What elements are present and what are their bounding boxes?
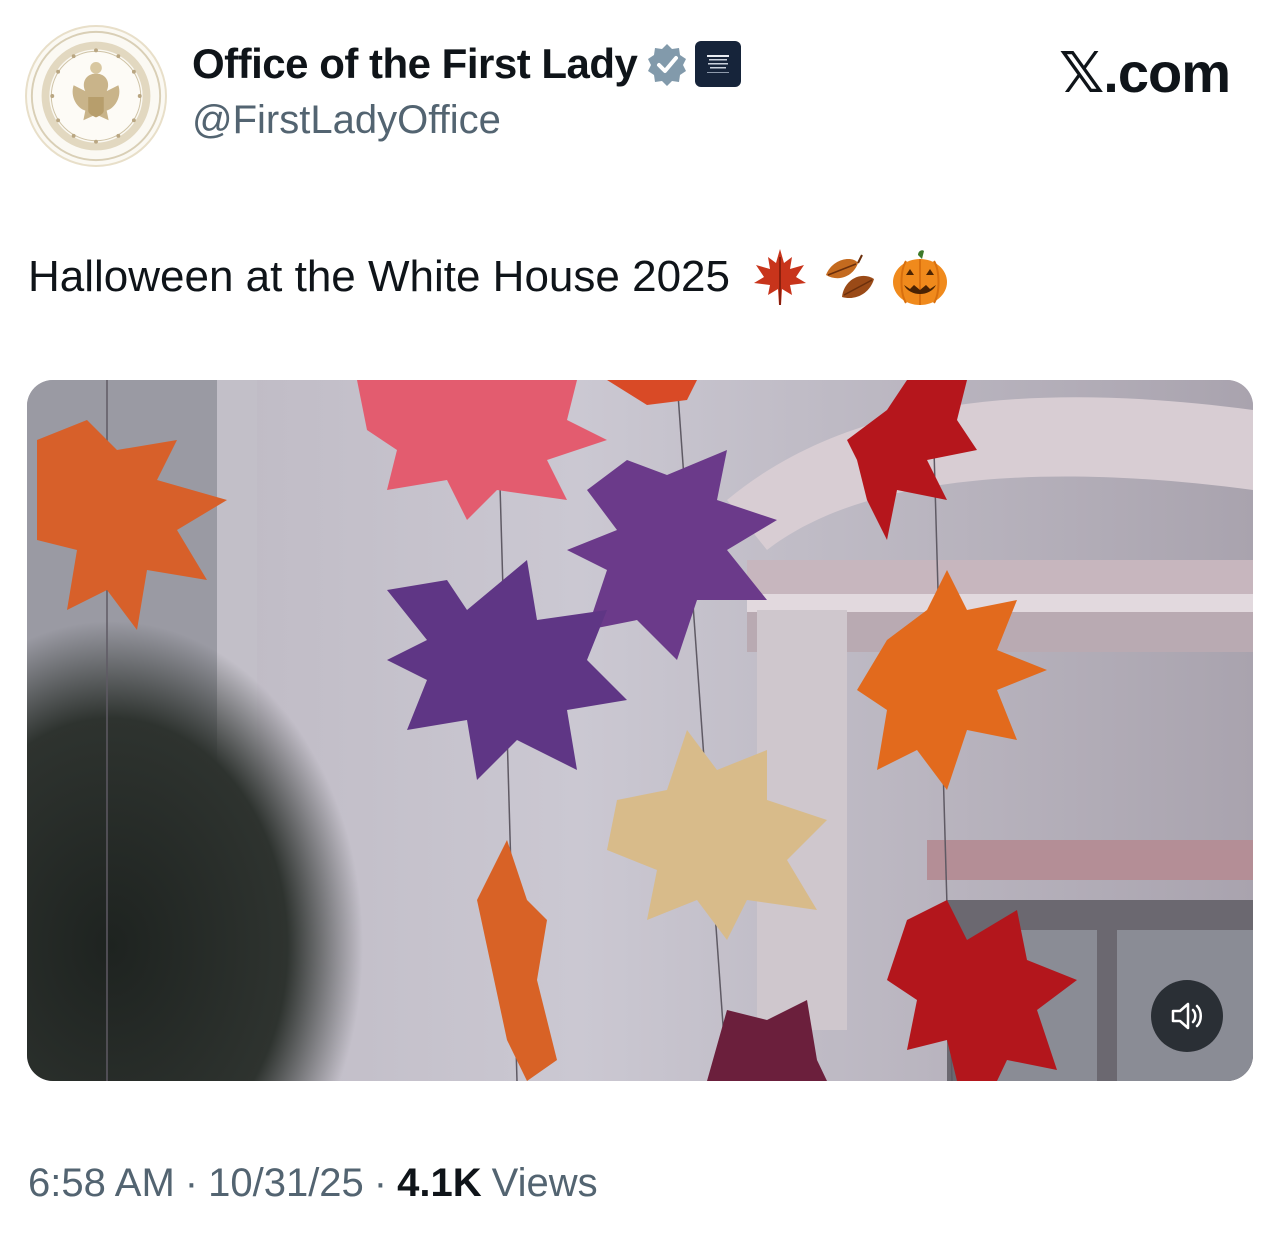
- white-house-badge-icon[interactable]: [695, 41, 742, 87]
- author-display-name[interactable]: Office of the First Lady: [192, 40, 638, 88]
- fallen-leaf-emoji-icon: [825, 254, 874, 299]
- verified-badge-icon: [648, 44, 687, 86]
- tweet-header: Office of the First Lady @FirstLadyOffic…: [0, 0, 1280, 180]
- speaker-icon: [1171, 1002, 1202, 1030]
- views-label: Views: [491, 1160, 598, 1205]
- emoji-group: [748, 245, 952, 309]
- jack-o-lantern-emoji-icon: [892, 250, 947, 305]
- avatar[interactable]: [25, 25, 167, 167]
- meta-separator: ·: [373, 1160, 388, 1205]
- tweet-body: Halloween at the White House 2025: [28, 252, 730, 301]
- tweet-date[interactable]: 10/31/25: [208, 1161, 364, 1206]
- video-player[interactable]: [27, 380, 1253, 1081]
- meta-separator: ·: [184, 1160, 199, 1205]
- autumn-leaves-garland-video: [27, 380, 1253, 1081]
- maple-leaf-emoji-icon: [753, 249, 806, 305]
- white-house-emblem-icon: [707, 55, 730, 73]
- source-label: 𝕏.com: [1059, 41, 1231, 104]
- sound-toggle-button[interactable]: [1151, 980, 1223, 1052]
- tweet-text: Halloween at the White House 2025: [28, 245, 952, 309]
- first-lady-seal-icon: [30, 30, 162, 162]
- author-name-row: Office of the First Lady: [192, 38, 742, 90]
- tweet-meta: 6:58 AM · 10/31/25 · 4.1K Views: [28, 1155, 598, 1211]
- views-count[interactable]: 4.1K: [397, 1161, 482, 1206]
- author-handle[interactable]: @FirstLadyOffice: [192, 98, 501, 143]
- tweet-time[interactable]: 6:58 AM: [28, 1161, 175, 1206]
